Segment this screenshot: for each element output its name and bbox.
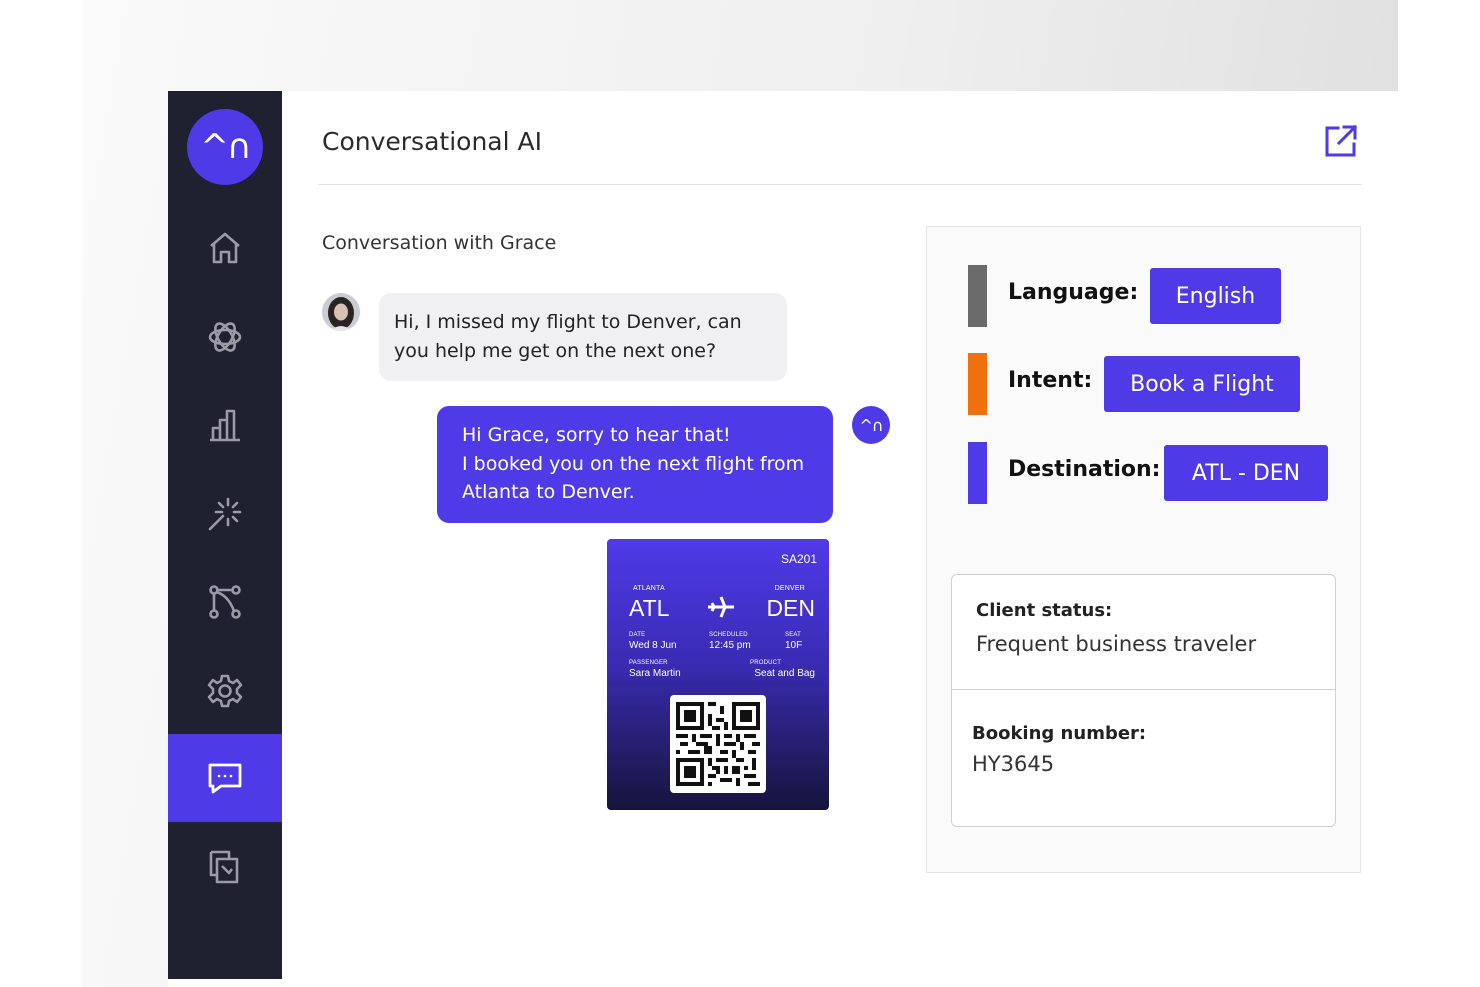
sidebar-item-automation[interactable]: [168, 470, 282, 558]
product-value: Seat and Bag: [754, 668, 815, 679]
sidebar-item-flows[interactable]: [168, 558, 282, 646]
magic-wand-icon: [208, 497, 242, 531]
logo-mark: ^∩: [200, 127, 251, 167]
tag-color-bar: [968, 353, 987, 415]
main-content: Conversational AI Conversation with Grac…: [282, 91, 1398, 987]
tag-color-bar: [968, 442, 987, 504]
client-status-value: Frequent business traveler: [976, 632, 1257, 656]
bot-message-line: I booked you on the next flight from: [462, 452, 805, 475]
gear-icon: [207, 674, 243, 708]
destination-city: DENVER: [774, 585, 805, 592]
sidebar-item-conversations[interactable]: [168, 734, 282, 822]
conversation-heading: Conversation with Grace: [322, 232, 557, 254]
boarding-pass[interactable]: SA201 ATLANTA ATL DENVER DEN DATE Wed 8 …: [607, 539, 829, 810]
atom-icon: [208, 322, 242, 352]
tag-label: Destination:: [1008, 457, 1161, 482]
product-label: PRODUCT: [750, 660, 782, 666]
tag-label: Intent:: [1008, 368, 1093, 393]
date-label: DATE: [629, 632, 646, 638]
sidebar-item-home[interactable]: [168, 204, 282, 292]
header-divider: [318, 184, 1362, 185]
origin-code: ATL: [629, 595, 670, 621]
home-icon: [210, 232, 240, 264]
external-link-icon[interactable]: [1324, 124, 1358, 158]
origin-city: ATLANTA: [633, 585, 665, 592]
tag-color-bar: [968, 265, 987, 327]
airplane-icon: [708, 596, 734, 618]
chat-icon: [208, 763, 242, 794]
scheduled-label: SCHEDULED: [709, 632, 748, 638]
scheduled-value: 12:45 pm: [709, 640, 751, 651]
bot-avatar: ^∩: [852, 406, 890, 444]
qr-code[interactable]: [670, 695, 766, 793]
info-divider: [952, 689, 1335, 690]
copy-icon: [209, 850, 239, 884]
bot-message-line: Hi Grace, sorry to hear that!: [462, 424, 731, 446]
tag-value-chip[interactable]: English: [1150, 268, 1281, 324]
sidebar-item-documents[interactable]: [168, 823, 282, 911]
passenger-label: PASSENGER: [629, 660, 668, 666]
sidebar-item-ai[interactable]: [168, 293, 282, 381]
details-panel: Language: English Intent: Book a Flight …: [926, 226, 1361, 873]
bar-chart-icon: [210, 409, 240, 442]
page-title: Conversational AI: [322, 127, 542, 156]
client-info-card: Client status: Frequent business travele…: [951, 574, 1336, 827]
tag-value-chip[interactable]: Book a Flight: [1104, 356, 1300, 412]
bot-message: Hi Grace, sorry to hear that! I booked y…: [437, 406, 833, 523]
flow-icon: [209, 585, 241, 619]
bot-message-line: Atlanta to Denver.: [462, 481, 635, 503]
bot-avatar-mark: ^∩: [859, 415, 883, 435]
tag-value-chip[interactable]: ATL - DEN: [1164, 445, 1328, 501]
booking-number-label: Booking number:: [972, 723, 1147, 744]
sidebar-item-analytics[interactable]: [168, 381, 282, 469]
seat-value: 10F: [785, 640, 803, 651]
logo[interactable]: ^∩: [187, 109, 263, 185]
client-status-label: Client status:: [976, 600, 1113, 621]
app-window: ^∩ Conversational AI Conversation with G…: [168, 91, 1398, 987]
seat-label: SEAT: [785, 632, 802, 638]
sidebar-item-settings[interactable]: [168, 647, 282, 735]
user-message: Hi, I missed my flight to Denver, can yo…: [379, 293, 787, 381]
sidebar: ^∩: [168, 91, 282, 979]
qr-code-icon: [676, 702, 760, 786]
flight-number: SA201: [780, 552, 817, 566]
destination-code: DEN: [766, 595, 815, 621]
date-value: Wed 8 Jun: [629, 640, 677, 651]
booking-number-value: HY3645: [972, 752, 1055, 776]
user-avatar: [322, 293, 360, 331]
tag-label: Language:: [1008, 280, 1139, 305]
passenger-value: Sara Martin: [629, 668, 681, 679]
